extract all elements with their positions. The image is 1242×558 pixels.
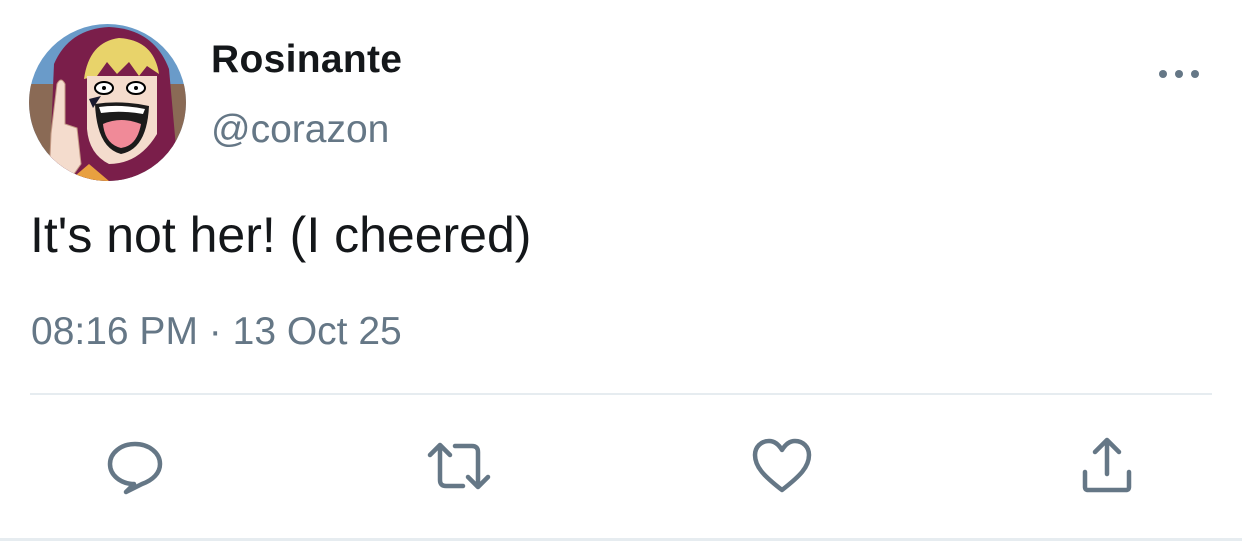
retweet-icon xyxy=(427,442,491,490)
reply-icon xyxy=(107,441,163,495)
bottom-divider xyxy=(0,538,1242,541)
tweet-text: It's not her! (I cheered) xyxy=(30,207,532,263)
share-icon xyxy=(1082,437,1132,493)
avatar[interactable] xyxy=(29,24,186,181)
display-name[interactable]: Rosinante xyxy=(211,38,402,82)
retweet-button[interactable] xyxy=(427,434,491,498)
meta-separator: · xyxy=(208,310,222,353)
divider xyxy=(30,393,1212,395)
avatar-image xyxy=(29,24,186,181)
tweet-date: 13 Oct 25 xyxy=(232,310,402,353)
share-button[interactable] xyxy=(1075,434,1139,498)
reply-button[interactable] xyxy=(103,434,167,498)
tweet-timestamp: 08:16 PM · 13 Oct 25 xyxy=(31,310,402,354)
like-button[interactable] xyxy=(750,434,814,498)
user-handle[interactable]: @corazon xyxy=(211,108,389,152)
tweet-card: Rosinante @corazon It's not her! (I chee… xyxy=(0,0,1242,558)
more-options-icon xyxy=(1159,70,1199,78)
tweet-time: 08:16 PM xyxy=(31,310,198,353)
more-options-button[interactable] xyxy=(1150,56,1206,92)
heart-icon xyxy=(752,438,812,493)
